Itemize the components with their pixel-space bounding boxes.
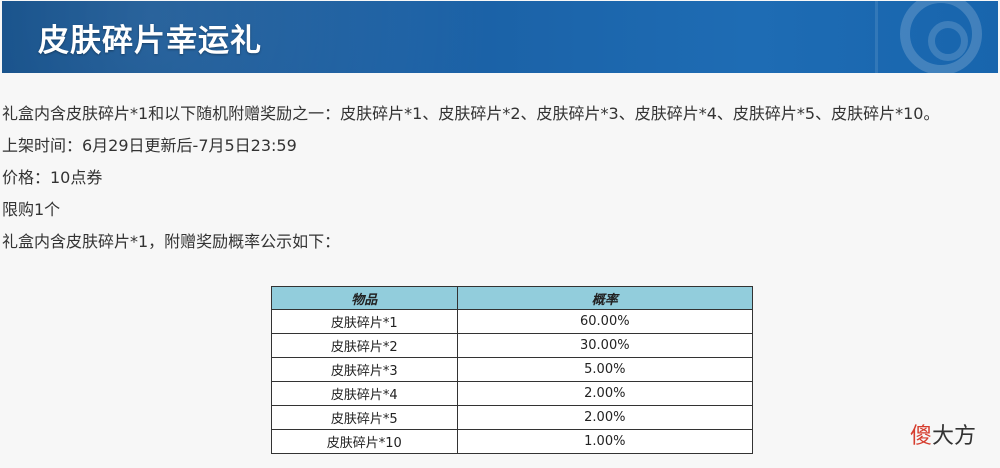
item-cell: 皮肤碎片*3 bbox=[271, 357, 458, 382]
probability-cell: 1.00% bbox=[456, 429, 754, 454]
table-row: 皮肤碎片*4 2.00% bbox=[271, 381, 754, 406]
table-row: 皮肤碎片*1 60.00% bbox=[271, 309, 754, 334]
contents-description: 礼盒内含皮肤碎片*1和以下随机附赠奖励之一：皮肤碎片*1、皮肤碎片*2、皮肤碎片… bbox=[2, 104, 940, 123]
table-row: 皮肤碎片*10 1.00% bbox=[271, 429, 754, 454]
watermark-logo: 傻大方 bbox=[910, 418, 976, 450]
header-banner: 皮肤碎片幸运礼 bbox=[2, 1, 998, 73]
item-cell: 皮肤碎片*2 bbox=[271, 333, 458, 358]
banner-ring-icon bbox=[900, 1, 982, 73]
header-item: 物品 bbox=[271, 286, 458, 310]
probability-intro: 礼盒内含皮肤碎片*1，附赠奖励概率公示如下： bbox=[2, 232, 341, 251]
table-row: 皮肤碎片*5 2.00% bbox=[271, 405, 754, 430]
table-header-row: 物品 概率 bbox=[271, 286, 754, 310]
watermark-accent-char: 傻 bbox=[910, 424, 933, 449]
item-cell: 皮肤碎片*10 bbox=[271, 429, 458, 454]
item-cell: 皮肤碎片*4 bbox=[271, 381, 458, 406]
probability-cell: 30.00% bbox=[456, 333, 754, 358]
watermark-text: 大方 bbox=[932, 424, 977, 449]
banner-decoration-bar bbox=[875, 1, 878, 73]
probability-cell: 2.00% bbox=[456, 405, 754, 430]
probability-cell: 2.00% bbox=[456, 381, 754, 406]
table-row: 皮肤碎片*3 5.00% bbox=[271, 357, 754, 382]
probability-table: 物品 概率 皮肤碎片*1 60.00% 皮肤碎片*2 30.00% 皮肤碎片*3… bbox=[271, 286, 754, 454]
header-probability: 概率 bbox=[456, 286, 754, 310]
sale-time: 上架时间：6月29日更新后-7月5日23:59 bbox=[2, 136, 297, 155]
description-block: 礼盒内含皮肤碎片*1和以下随机附赠奖励之一：皮肤碎片*1、皮肤碎片*2、皮肤碎片… bbox=[2, 98, 998, 258]
item-cell: 皮肤碎片*5 bbox=[271, 405, 458, 430]
probability-cell: 5.00% bbox=[456, 357, 754, 382]
table-row: 皮肤碎片*2 30.00% bbox=[271, 333, 754, 358]
probability-cell: 60.00% bbox=[456, 309, 754, 334]
price: 价格：10点券 bbox=[2, 168, 103, 187]
page-title: 皮肤碎片幸运礼 bbox=[38, 23, 262, 59]
probability-table-wrap: 物品 概率 皮肤碎片*1 60.00% 皮肤碎片*2 30.00% 皮肤碎片*3… bbox=[271, 286, 754, 454]
item-cell: 皮肤碎片*1 bbox=[271, 309, 458, 334]
purchase-limit: 限购1个 bbox=[2, 200, 61, 219]
